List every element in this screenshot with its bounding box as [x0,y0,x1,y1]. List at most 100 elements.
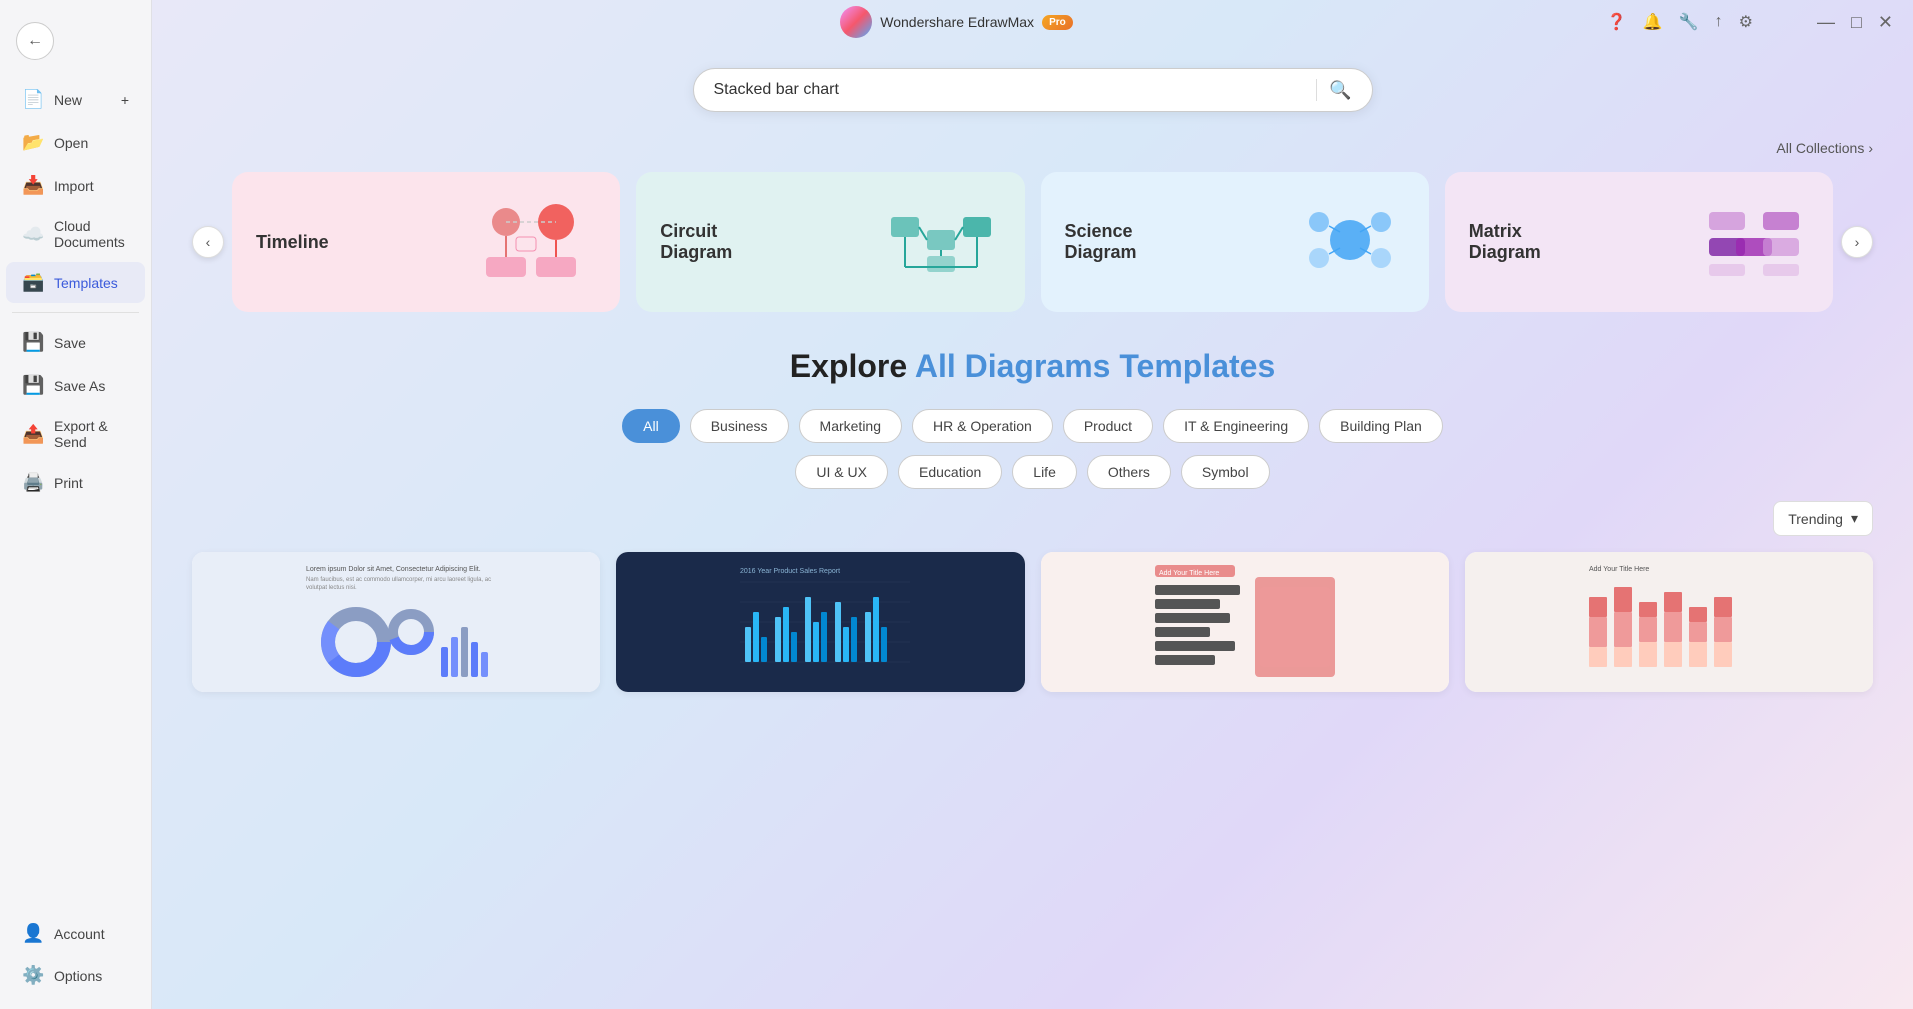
carousel: ‹ Timeline [192,172,1873,312]
sidebar-label-export: Export & Send [54,418,129,450]
template-chart-1: Lorem ipsum Dolor sit Amet, Consectetur … [296,557,496,687]
svg-text:Add Your Title Here: Add Your Title Here [1589,566,1649,573]
titlebar: Wondershare EdrawMax Pro ❓ 🔔 🔧 ↑ ⚙ — □ ✕ [0,0,1913,44]
svg-text:Nam faucibus, est ac commodo u: Nam faucibus, est ac commodo ullamcorper… [306,577,491,583]
sidebar-item-import[interactable]: 📥 Import [6,165,145,206]
user-avatar [840,6,872,38]
filter-life[interactable]: Life [1012,455,1077,489]
share-icon[interactable]: ↑ [1715,13,1723,31]
content-area: 🔍 All Collections › ‹ Timeline [152,44,1913,1009]
carousel-card-matrix[interactable]: Matrix Diagram [1445,172,1833,312]
template-img-2: 2016 Year Product Sales Report [616,552,1024,692]
carousel-items: Timeline Circuit Diagram [232,172,1833,312]
carousel-card-science[interactable]: Science Diagram [1041,172,1429,312]
carousel-prev-button[interactable]: ‹ [192,226,224,258]
sidebar-item-cloud[interactable]: ☁️ Cloud Documents [6,208,145,260]
trending-label: Trending [1788,511,1843,527]
carousel-title-matrix: Matrix Diagram [1469,221,1589,263]
filter-business[interactable]: Business [690,409,789,443]
sidebar-item-open[interactable]: 📂 Open [6,122,145,163]
next-icon: › [1855,234,1860,250]
search-box: 🔍 [693,68,1373,112]
template-img-1: Lorem ipsum Dolor sit Amet, Consectetur … [192,552,600,692]
titlebar-toolbar: ❓ 🔔 🔧 ↑ ⚙ [1607,0,1753,44]
carousel-title-timeline: Timeline [256,232,329,253]
new-icon: 📄 [22,89,44,110]
minimize-button[interactable]: — [1813,8,1839,37]
plus-icon: + [121,92,129,108]
sidebar-item-options[interactable]: ⚙️ Options [6,955,145,996]
filter-education[interactable]: Education [898,455,1002,489]
sidebar-label-cloud: Cloud Documents [54,218,129,250]
filter-symbol[interactable]: Symbol [1181,455,1270,489]
sidebar-item-print[interactable]: 🖨️ Print [6,462,145,503]
template-card-2[interactable]: 2016 Year Product Sales Report [616,552,1024,692]
sidebar-item-templates[interactable]: 🗃️ Templates [6,262,145,303]
maximize-button[interactable]: □ [1847,8,1866,37]
filter-hr[interactable]: HR & Operation [912,409,1053,443]
carousel-next-button[interactable]: › [1841,226,1873,258]
template-card-1[interactable]: Lorem ipsum Dolor sit Amet, Consectetur … [192,552,600,692]
carousel-card-timeline[interactable]: Timeline [232,172,620,312]
print-icon: 🖨️ [22,472,44,493]
search-input[interactable] [714,81,1305,99]
filter-building[interactable]: Building Plan [1319,409,1443,443]
trending-dropdown[interactable]: Trending ▾ [1773,501,1873,536]
template-img-3: Add Your Title Here [1041,552,1449,692]
svg-text:volutpat lectus nisi.: volutpat lectus nisi. [306,585,357,591]
filter-it[interactable]: IT & Engineering [1163,409,1309,443]
filter-tags-row2: UI & UX Education Life Others Symbol [192,455,1873,489]
open-icon: 📂 [22,132,44,153]
sidebar-label-save: Save [54,335,86,351]
sidebar-item-account[interactable]: 👤 Account [6,913,145,954]
template-img-4: Add Your Title Here [1465,552,1873,692]
sidebar-item-saveas[interactable]: 💾 Save As [6,365,145,406]
gear-icon[interactable]: ⚙ [1739,12,1753,32]
main-content: 🔍 All Collections › ‹ Timeline [152,0,1913,1009]
trending-row: Trending ▾ [192,501,1873,536]
filter-product[interactable]: Product [1063,409,1153,443]
explore-prefix: Explore [790,348,915,384]
matrix-illustration [1699,202,1809,282]
tools-icon[interactable]: 🔧 [1679,12,1699,32]
cloud-icon: ☁️ [22,224,44,245]
template-card-3[interactable]: Add Your Title Here [1041,552,1449,692]
import-icon: 📥 [22,175,44,196]
account-icon: 👤 [22,923,44,944]
help-icon[interactable]: ❓ [1607,12,1627,32]
filter-all[interactable]: All [622,409,680,443]
all-collections-link[interactable]: All Collections › [1776,140,1873,156]
all-collections-label: All Collections [1776,140,1864,156]
filter-ui[interactable]: UI & UX [795,455,888,489]
bell-icon[interactable]: 🔔 [1643,12,1663,32]
filter-others[interactable]: Others [1087,455,1171,489]
trending-chevron: ▾ [1851,510,1858,527]
search-button[interactable]: 🔍 [1329,80,1351,101]
filter-marketing[interactable]: Marketing [799,409,902,443]
window-controls: — □ ✕ [1813,0,1897,44]
collections-header: All Collections › [192,140,1873,156]
sidebar-item-new[interactable]: 📄 New + [6,79,145,120]
svg-text:Lorem ipsum Dolor sit Amet, Co: Lorem ipsum Dolor sit Amet, Consectetur … [306,566,481,573]
filter-tags-row1: All Business Marketing HR & Operation Pr… [192,409,1873,443]
sidebar-label-options: Options [54,968,102,984]
prev-icon: ‹ [206,234,211,250]
template-chart-2: 2016 Year Product Sales Report [720,557,920,687]
sidebar-label-new: New [54,92,82,108]
sidebar-label-import: Import [54,178,94,194]
sidebar-item-save[interactable]: 💾 Save [6,322,145,363]
close-button[interactable]: ✕ [1874,8,1897,37]
template-card-4[interactable]: Add Your Title Here [1465,552,1873,692]
sidebar: ← 📄 New + 📂 Open 📥 Import ☁️ Cloud Docum… [0,0,152,1009]
sidebar-label-print: Print [54,475,83,491]
sidebar-item-export[interactable]: 📤 Export & Send [6,408,145,460]
search-divider [1316,79,1317,101]
template-chart-3: Add Your Title Here [1145,557,1345,687]
science-illustration [1295,202,1405,282]
carousel-card-circuit[interactable]: Circuit Diagram [636,172,1024,312]
sidebar-label-open: Open [54,135,88,151]
collections-chevron: › [1868,140,1873,156]
sidebar-label-templates: Templates [54,275,118,291]
sidebar-label-saveas: Save As [54,378,105,394]
sidebar-divider [12,312,139,313]
